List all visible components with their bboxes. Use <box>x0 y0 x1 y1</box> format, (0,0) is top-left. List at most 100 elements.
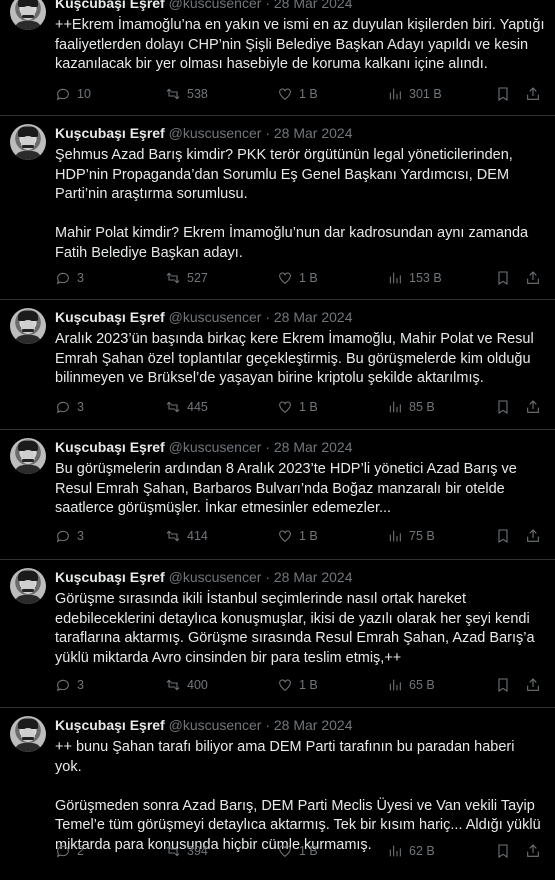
views-button[interactable]: 75 B <box>387 526 435 546</box>
views-button[interactable]: 301 B <box>387 84 442 104</box>
repost-button[interactable]: 400 <box>165 675 208 695</box>
avatar[interactable] <box>10 0 46 30</box>
like-button[interactable]: 1 B <box>277 397 318 417</box>
bookmark-button[interactable] <box>495 841 511 861</box>
tweet-date[interactable]: 28 Mar 2024 <box>274 0 353 11</box>
bookmark-button[interactable] <box>495 84 511 104</box>
tweet[interactable]: Kuşcubaşı Eşref @kuscusencer · 28 Mar 20… <box>0 560 555 708</box>
repost-icon <box>166 88 180 100</box>
reply-icon <box>56 401 69 414</box>
repost-button[interactable]: 445 <box>165 397 208 417</box>
tweet-text: Aralık 2023’ün başında birkaç kere Ekrem… <box>55 331 534 386</box>
views-count: 75 B <box>409 529 435 543</box>
like-button[interactable]: 1 B <box>277 526 318 546</box>
heart-icon <box>279 401 291 414</box>
author-handle[interactable]: @kuscusencer <box>169 717 262 733</box>
author-handle[interactable]: @kuscusencer <box>169 309 262 325</box>
separator: · <box>265 439 270 455</box>
views-count: 85 B <box>409 400 435 414</box>
reply-button[interactable]: 3 <box>55 675 84 695</box>
repost-count: 394 <box>187 844 208 858</box>
tweet[interactable]: Kuşcubaşı Eşref @kuscusencer · 28 Mar 20… <box>0 0 555 116</box>
separator: · <box>265 0 270 11</box>
author-name[interactable]: Kuşcubaşı Eşref <box>55 309 165 325</box>
author-name[interactable]: Kuşcubaşı Eşref <box>55 569 165 585</box>
views-button[interactable]: 85 B <box>387 397 435 417</box>
tweet-date[interactable]: 28 Mar 2024 <box>274 439 353 455</box>
views-button[interactable]: 153 B <box>387 268 442 288</box>
tweet-header: Kuşcubaşı Eşref @kuscusencer · 28 Mar 20… <box>55 124 352 142</box>
avatar[interactable] <box>10 568 46 604</box>
views-count: 62 B <box>409 844 435 858</box>
bookmark-button[interactable] <box>495 268 511 288</box>
reply-button[interactable]: 2 <box>55 841 84 861</box>
tweet[interactable]: Kuşcubaşı Eşref @kuscusencer · 28 Mar 20… <box>0 300 555 430</box>
share-button[interactable] <box>525 84 541 104</box>
bookmark-button[interactable] <box>495 526 511 546</box>
tweet-date[interactable]: 28 Mar 2024 <box>274 717 353 733</box>
repost-button[interactable]: 394 <box>165 841 208 861</box>
tweet-date[interactable]: 28 Mar 2024 <box>274 569 353 585</box>
like-count: 1 B <box>299 844 318 858</box>
repost-icon <box>166 845 180 857</box>
tweet-actions: 10 538 1 B 301 B <box>55 84 545 104</box>
repost-icon <box>166 272 180 284</box>
analytics-icon <box>389 401 401 413</box>
separator: · <box>265 717 270 733</box>
author-handle[interactable]: @kuscusencer <box>169 0 262 11</box>
tweet-date[interactable]: 28 Mar 2024 <box>274 309 353 325</box>
share-icon <box>527 400 539 413</box>
tweet-date[interactable]: 28 Mar 2024 <box>274 125 353 141</box>
author-name[interactable]: Kuşcubaşı Eşref <box>55 0 165 11</box>
reply-button[interactable]: 3 <box>55 268 84 288</box>
bookmark-icon <box>498 678 508 692</box>
views-button[interactable]: 65 B <box>387 675 435 695</box>
reply-button[interactable]: 3 <box>55 397 84 417</box>
author-handle[interactable]: @kuscusencer <box>169 125 262 141</box>
repost-button[interactable]: 538 <box>165 84 208 104</box>
like-count: 1 B <box>299 678 318 692</box>
reply-count: 2 <box>77 844 84 858</box>
separator: · <box>265 309 270 325</box>
repost-count: 400 <box>187 678 208 692</box>
reply-button[interactable]: 3 <box>55 526 84 546</box>
author-name[interactable]: Kuşcubaşı Eşref <box>55 439 165 455</box>
like-button[interactable]: 1 B <box>277 841 318 861</box>
tweet[interactable]: Kuşcubaşı Eşref @kuscusencer · 28 Mar 20… <box>0 708 555 880</box>
author-handle[interactable]: @kuscusencer <box>169 439 262 455</box>
share-button[interactable] <box>525 841 541 861</box>
tweet[interactable]: Kuşcubaşı Eşref @kuscusencer · 28 Mar 20… <box>0 430 555 560</box>
author-name[interactable]: Kuşcubaşı Eşref <box>55 717 165 733</box>
reply-button[interactable]: 10 <box>55 84 91 104</box>
bookmark-button[interactable] <box>495 397 511 417</box>
like-button[interactable]: 1 B <box>277 268 318 288</box>
avatar[interactable] <box>10 716 46 752</box>
repost-button[interactable]: 527 <box>165 268 208 288</box>
avatar[interactable] <box>10 308 46 344</box>
repost-button[interactable]: 414 <box>165 526 208 546</box>
author-handle[interactable]: @kuscusencer <box>169 569 262 585</box>
bookmark-icon <box>498 844 508 858</box>
bookmark-icon <box>498 529 508 543</box>
reply-count: 3 <box>77 529 84 543</box>
avatar[interactable] <box>10 124 46 160</box>
share-button[interactable] <box>525 397 541 417</box>
tweet[interactable]: Kuşcubaşı Eşref @kuscusencer · 28 Mar 20… <box>0 116 555 300</box>
tweet-actions: 3 527 1 B 153 B <box>55 268 545 288</box>
share-button[interactable] <box>525 268 541 288</box>
views-count: 65 B <box>409 678 435 692</box>
tweet-header: Kuşcubaşı Eşref @kuscusencer · 28 Mar 20… <box>55 438 352 456</box>
share-button[interactable] <box>525 526 541 546</box>
separator: · <box>265 569 270 585</box>
like-button[interactable]: 1 B <box>277 84 318 104</box>
bookmark-icon <box>498 87 508 101</box>
share-icon <box>527 529 539 542</box>
share-button[interactable] <box>525 675 541 695</box>
share-icon <box>527 271 539 284</box>
tweet-header: Kuşcubaşı Eşref @kuscusencer · 28 Mar 20… <box>55 716 352 734</box>
avatar[interactable] <box>10 438 46 474</box>
views-button[interactable]: 62 B <box>387 841 435 861</box>
like-button[interactable]: 1 B <box>277 675 318 695</box>
author-name[interactable]: Kuşcubaşı Eşref <box>55 125 165 141</box>
bookmark-button[interactable] <box>495 675 511 695</box>
